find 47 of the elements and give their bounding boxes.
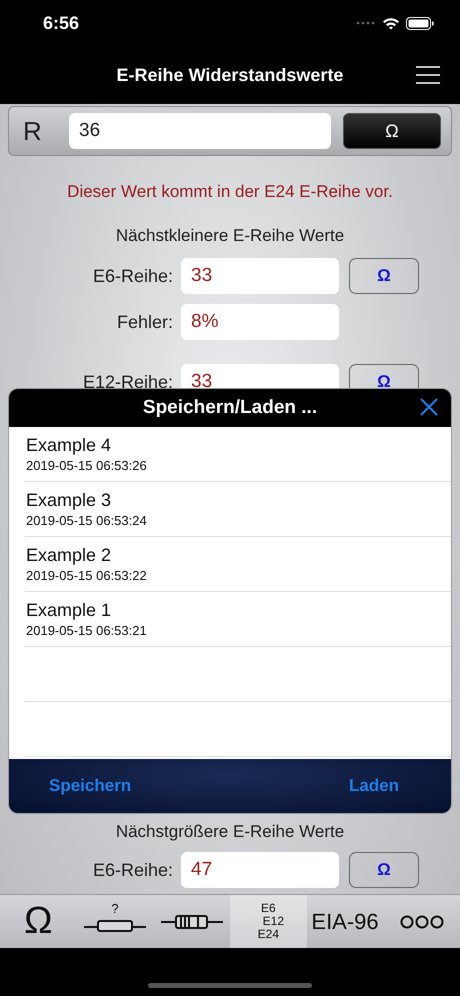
entry-name: Example 4: [26, 435, 112, 456]
saved-entry[interactable]: Example 1 2019-05-15 06:53:21: [25, 592, 451, 647]
wifi-icon: [382, 16, 400, 30]
row-label: E6-Reihe:: [92, 860, 174, 880]
value-field[interactable]: 8%: [181, 304, 339, 340]
signal-icon: [356, 21, 376, 25]
ohm-tab[interactable]: Ω: [0, 895, 77, 948]
resistor-tab[interactable]: ?: [76, 895, 154, 948]
series-label: E24: [256, 928, 280, 941]
value-field[interactable]: 47: [181, 852, 339, 888]
load-button[interactable]: Laden: [342, 775, 405, 797]
battery-icon: [406, 16, 434, 30]
question-mark: ?: [111, 901, 119, 916]
more-icon: [400, 914, 444, 928]
row-label: E12-Reihe:: [82, 372, 174, 392]
resistor-bands-icon: [160, 914, 223, 928]
entry-date: 2019-05-15 06:53:22: [26, 568, 148, 583]
status-time: 6:56: [43, 12, 80, 34]
resistor-icon: [84, 920, 146, 932]
ohm-button[interactable]: Ω: [349, 258, 419, 294]
entry-name: Example 1: [26, 600, 112, 621]
ohm-button[interactable]: Ω: [349, 852, 419, 888]
entry-date: 2019-05-15 06:53:21: [26, 623, 148, 638]
resistance-field[interactable]: 36: [69, 113, 331, 149]
menu-icon[interactable]: [416, 66, 440, 84]
e-series-tab[interactable]: E6 E12 E24: [230, 895, 307, 948]
save-button[interactable]: Speichern: [43, 775, 138, 797]
entry-name: Example 2: [26, 545, 112, 566]
row-label: Fehler:: [116, 312, 174, 332]
section-heading: Nächstgrößere E-Reihe Werte: [116, 822, 344, 842]
saved-entry[interactable]: Example 2 2019-05-15 06:53:22: [25, 537, 451, 592]
section-heading: Nächstkleinere E-Reihe Werte: [116, 226, 344, 246]
entry-name: Example 3: [26, 490, 112, 511]
saved-entry[interactable]: Example 3 2019-05-15 06:53:24: [25, 482, 451, 537]
resistance-label: R: [23, 116, 43, 146]
series-label: E6: [260, 902, 277, 915]
saved-entry[interactable]: Example 4 2019-05-15 06:53:26: [25, 427, 451, 482]
entry-date: 2019-05-15 06:53:26: [26, 458, 148, 473]
value-field[interactable]: 33: [181, 258, 339, 294]
result-message: Dieser Wert kommt in der E24 E-Reihe vor.: [67, 182, 393, 202]
series-label: E12: [262, 915, 284, 928]
nav-title: E-Reihe Widerstandswerte: [116, 64, 344, 86]
row-label: E6-Reihe:: [92, 266, 174, 286]
eia-tab[interactable]: EIA-96: [306, 895, 384, 948]
entry-date: 2019-05-15 06:53:24: [26, 513, 148, 528]
dialog-title: Speichern/Laden ...: [142, 397, 318, 419]
unit-button[interactable]: Ω: [343, 113, 441, 149]
